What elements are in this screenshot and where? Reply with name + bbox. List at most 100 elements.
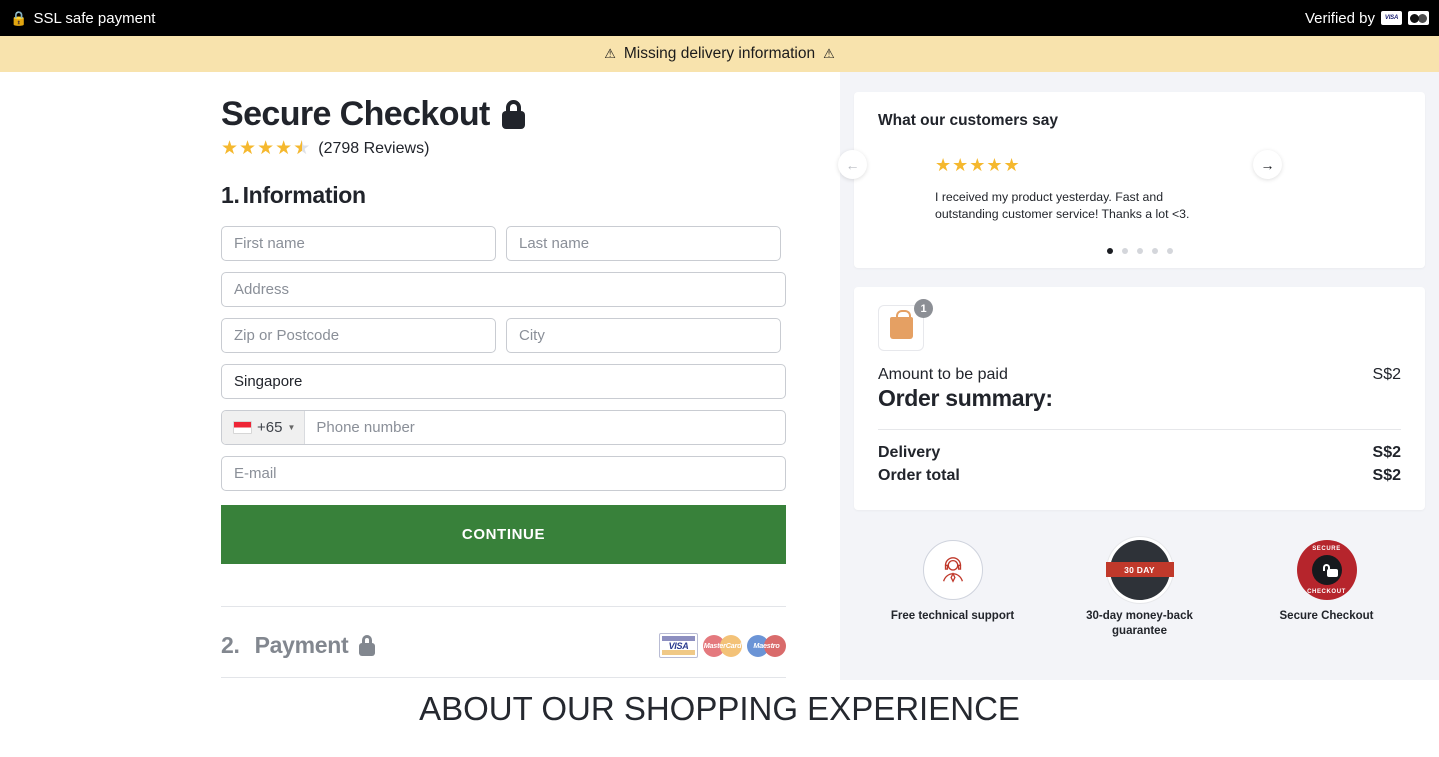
testimonial-carousel: What our customers say ★★★★★ I received … <box>854 92 1425 269</box>
amount-to-be-paid-row: Amount to be paid S$2 <box>878 366 1401 384</box>
visa-icon: VISA <box>1381 11 1402 25</box>
payment-step-label: Payment <box>254 632 349 659</box>
order-total-row: Order total S$2 <box>878 467 1401 485</box>
ssl-badge: 🔒 SSL safe payment <box>10 10 155 27</box>
carousel-prev-button[interactable]: ← <box>838 150 867 179</box>
city-input[interactable]: City <box>506 318 781 354</box>
30-day-seal-icon: 30 DAY <box>1105 540 1174 601</box>
ribbon-label: 30 DAY <box>1105 562 1174 578</box>
address-input[interactable]: Address <box>221 272 786 308</box>
carousel-dot[interactable] <box>1166 248 1173 255</box>
arrow-left-icon: ← <box>845 156 860 173</box>
mastercard-icon <box>1408 11 1429 25</box>
trust-badge-support: Free technical support <box>875 540 1030 639</box>
lock-icon <box>359 635 376 657</box>
amount-value: S$2 <box>1372 366 1401 384</box>
step-label: Information <box>242 182 367 209</box>
verified-by-badge: Verified by VISA <box>1305 10 1429 27</box>
trust-badge-guarantee: 30 DAY 30-day money-back guarantee <box>1062 540 1217 639</box>
trust-badge-label: Free technical support <box>890 610 1015 623</box>
carousel-dot[interactable] <box>1121 248 1128 255</box>
singapore-flag-icon <box>233 421 252 435</box>
delivery-label: Delivery <box>878 444 941 462</box>
star-icon: ★ <box>257 138 275 160</box>
accepted-cards: VISA MasterCard Maestro <box>659 633 786 659</box>
cart-thumbnail: 1 <box>878 299 933 352</box>
first-name-input[interactable]: First name <box>221 226 496 262</box>
shopping-bag-icon <box>889 310 913 340</box>
delivery-value: S$2 <box>1372 444 1401 462</box>
reviews-count: (2798 Reviews) <box>318 139 430 157</box>
information-form: First name Last name Address Zip or Post… <box>221 226 786 565</box>
arrow-right-icon: → <box>1260 156 1275 173</box>
dial-code-label: +65 <box>257 419 283 437</box>
star-icon: ★ <box>221 138 239 160</box>
country-code-selector[interactable]: +65 ▼ <box>222 411 306 445</box>
phone-input-group[interactable]: +65 ▼ Phone number <box>221 410 786 446</box>
headset-agent-icon <box>922 540 983 601</box>
mastercard-icon: MasterCard <box>703 633 742 658</box>
about-shopping-experience-heading: ABOUT OUR SHOPPING EXPERIENCE <box>419 690 1020 727</box>
order-total-label: Order total <box>878 467 960 485</box>
checkout-page: Secure Checkout ★ ★ ★ ★ ★ (2798 Reviews)… <box>0 72 1439 680</box>
maestro-label: Maestro <box>753 641 780 651</box>
visa-icon: VISA <box>659 633 698 659</box>
warning-text: Missing delivery information <box>623 45 816 62</box>
maestro-icon: Maestro <box>747 633 786 658</box>
order-summary-panel: 1 Amount to be paid S$2 Order summary: D… <box>854 287 1425 511</box>
lock-icon: 🔒 <box>10 10 28 26</box>
information-step-heading: 1. Information <box>221 182 786 209</box>
star-half-icon: ★ <box>293 139 310 158</box>
warning-triangle-icon: ⚠ <box>823 46 835 61</box>
payment-step-header: 2. Payment VISA MasterCard Maestro <box>221 632 786 659</box>
verified-by-label: Verified by <box>1304 9 1375 27</box>
payment-step-number: 2. <box>221 632 240 659</box>
lock-icon <box>1321 563 1338 577</box>
ssl-label: SSL safe payment <box>33 9 156 27</box>
testimonial-star-rating: ★★★★★ <box>935 155 1021 175</box>
page-title: Secure Checkout <box>221 95 786 133</box>
carousel-next-button[interactable]: → <box>1253 150 1282 179</box>
step-number: 1. <box>221 182 240 209</box>
trust-badges: Free technical support 30 DAY 30-day mon… <box>840 510 1439 639</box>
country-select[interactable]: Singapore <box>221 364 786 400</box>
section-divider <box>221 606 786 608</box>
carousel-dot[interactable] <box>1136 248 1143 255</box>
mastercard-label: MasterCard <box>703 641 742 651</box>
continue-button[interactable]: CONTINUE <box>221 505 786 565</box>
last-name-input[interactable]: Last name <box>506 226 781 262</box>
testimonial-title: What our customers say <box>878 112 1059 129</box>
chevron-down-icon: ▼ <box>287 423 296 433</box>
checkout-right-column: What our customers say ★★★★★ I received … <box>840 72 1439 680</box>
top-security-bar: 🔒 SSL safe payment Verified by VISA <box>0 0 1439 36</box>
trust-badge-label: Secure Checkout <box>1279 610 1374 623</box>
email-input[interactable]: E-mail <box>221 456 786 492</box>
rating-row: ★ ★ ★ ★ ★ (2798 Reviews) <box>221 139 786 158</box>
summary-divider <box>878 429 1401 431</box>
page-title-text: Secure Checkout <box>221 95 490 133</box>
visa-label: VISA <box>668 640 689 651</box>
payment-step-heading: 2. Payment <box>221 632 376 659</box>
missing-delivery-warning-banner: ⚠ Missing delivery information ⚠ <box>0 36 1439 72</box>
zip-input[interactable]: Zip or Postcode <box>221 318 496 354</box>
carousel-dot[interactable] <box>1106 248 1113 255</box>
star-icon: ★ <box>239 138 257 160</box>
order-total-value: S$2 <box>1372 467 1401 485</box>
item-count-badge: 1 <box>914 299 933 319</box>
star-rating: ★ ★ ★ ★ ★ <box>221 139 310 158</box>
seal-bottom-text: CHECKOUT <box>1307 589 1346 596</box>
phone-number-input[interactable]: Phone number <box>305 411 414 444</box>
carousel-dot[interactable] <box>1151 248 1158 255</box>
amount-label: Amount to be paid <box>878 366 1008 384</box>
warning-triangle-icon: ⚠ <box>604 46 616 61</box>
payment-bottom-divider <box>221 677 786 679</box>
order-summary-title: Order summary: <box>878 385 1053 412</box>
trust-badge-secure: SECURE CHECKOUT Secure Checkout <box>1249 540 1404 639</box>
secure-checkout-seal-icon: SECURE CHECKOUT <box>1296 540 1357 601</box>
seal-top-text: SECURE <box>1312 546 1341 553</box>
checkout-left-column: Secure Checkout ★ ★ ★ ★ ★ (2798 Reviews)… <box>0 72 840 679</box>
carousel-dots[interactable] <box>878 248 1401 255</box>
lock-icon <box>501 100 525 130</box>
trust-badge-label: 30-day money-back guarantee <box>1086 610 1193 638</box>
star-icon: ★ <box>275 138 293 160</box>
